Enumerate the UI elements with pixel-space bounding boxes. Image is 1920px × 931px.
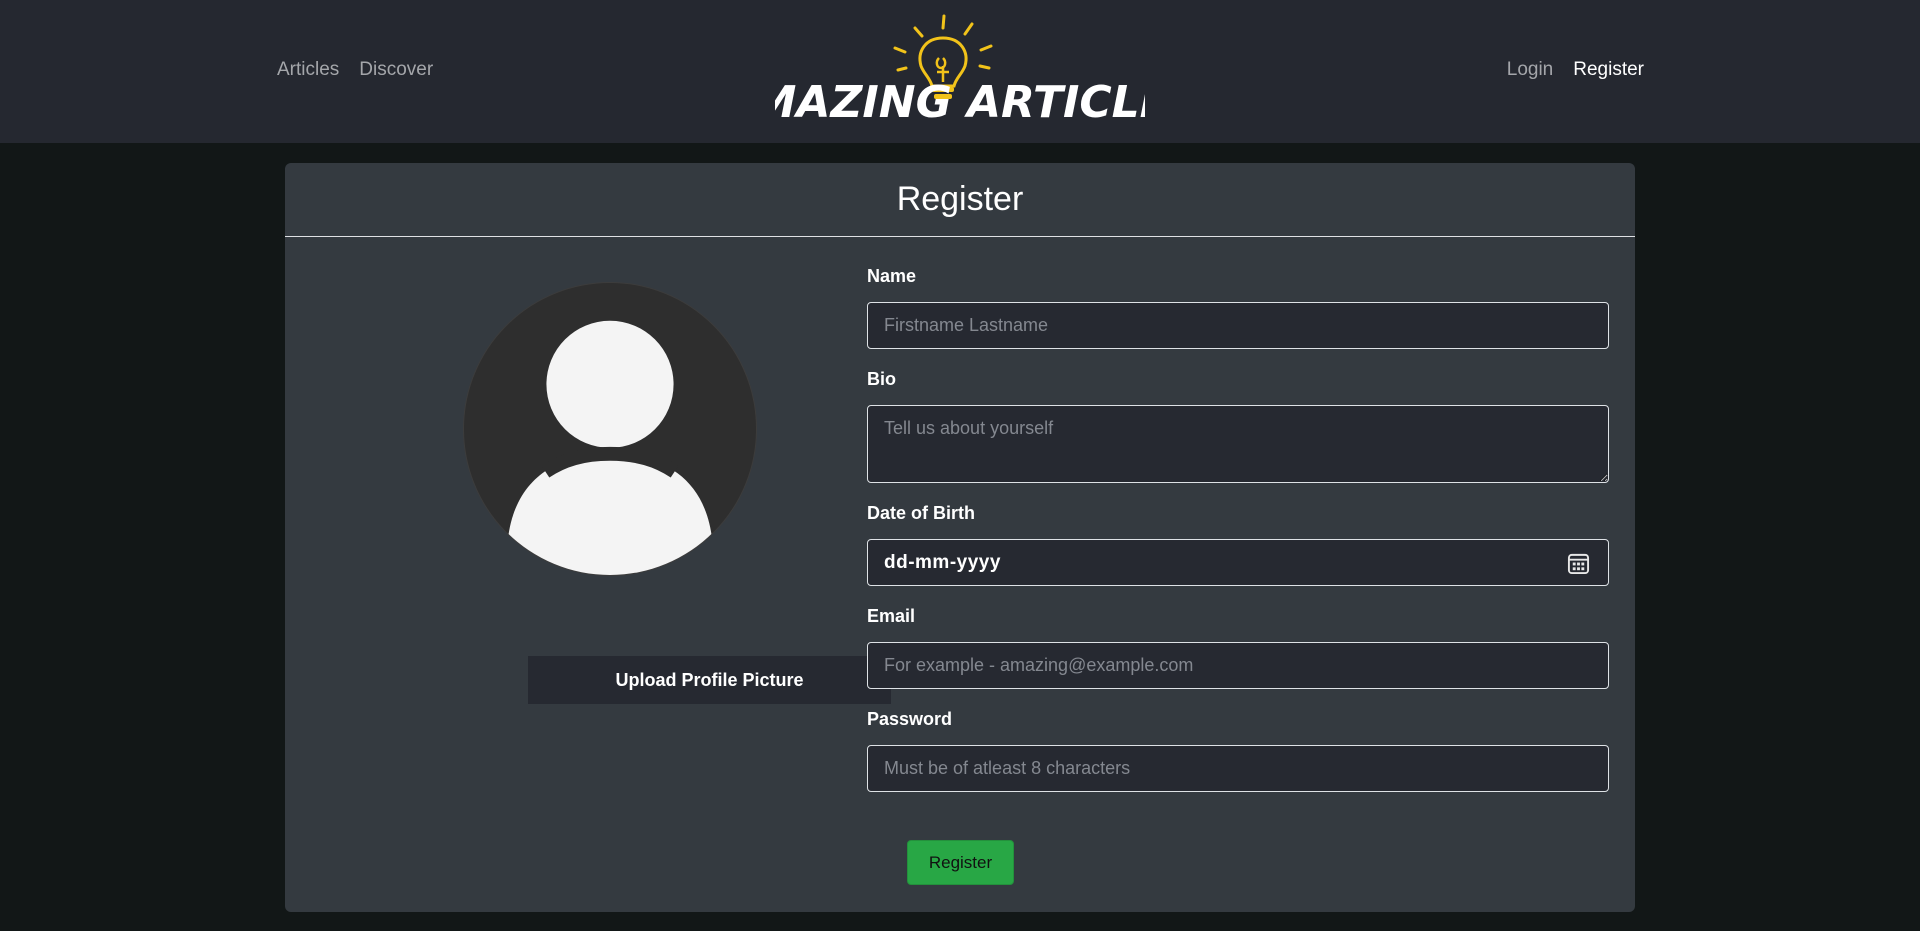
bio-textarea[interactable] xyxy=(867,405,1609,483)
avatar-section: Upload Profile Picture xyxy=(424,282,891,704)
brand-logo[interactable]: AMAZING ARTICLES xyxy=(775,10,1145,130)
brand-text: AMAZING ARTICLES xyxy=(775,77,1145,128)
dob-input[interactable]: dd-mm-yyyy xyxy=(867,539,1609,586)
email-input[interactable] xyxy=(867,642,1609,689)
user-silhouette-icon xyxy=(507,320,713,575)
register-submit-button[interactable]: Register xyxy=(907,840,1014,885)
nav-right: Login Register xyxy=(1507,57,1644,83)
avatar[interactable] xyxy=(463,282,757,576)
nav-link-articles[interactable]: Articles xyxy=(277,57,339,83)
email-label: Email xyxy=(867,606,916,626)
nav-link-register[interactable]: Register xyxy=(1573,57,1644,83)
upload-profile-picture-button[interactable]: Upload Profile Picture xyxy=(528,656,891,704)
dob-value: dd-mm-yyyy xyxy=(884,551,1001,573)
nav-left: Articles Discover xyxy=(277,57,433,83)
nav-link-discover[interactable]: Discover xyxy=(359,57,433,83)
bio-label: Bio xyxy=(867,369,896,389)
page-title: Register xyxy=(896,180,1024,218)
register-form: Name Bio Date of Birth dd-mm-yyyy Email … xyxy=(867,264,1609,792)
register-card: Register Upload Profile Picture Name Bio… xyxy=(285,163,1635,912)
navbar: Articles Discover AMAZING ARTICLES Login xyxy=(0,0,1920,143)
calendar-icon[interactable] xyxy=(1567,552,1590,575)
password-label: Password xyxy=(867,709,953,729)
lightbulb-logo-icon: AMAZING ARTICLES xyxy=(775,14,1145,128)
dob-label: Date of Birth xyxy=(867,503,975,523)
name-label: Name xyxy=(867,266,917,286)
card-header: Register xyxy=(285,163,1635,237)
password-input[interactable] xyxy=(867,745,1609,792)
nav-link-login[interactable]: Login xyxy=(1507,57,1554,83)
name-input[interactable] xyxy=(867,302,1609,349)
